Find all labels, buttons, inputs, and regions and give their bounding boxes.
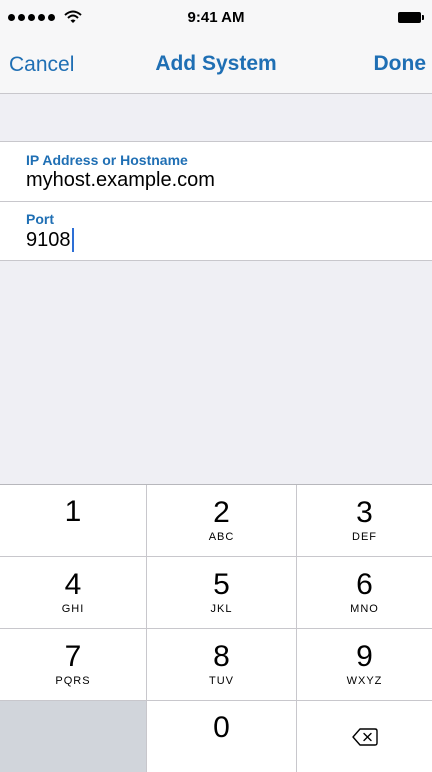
key-9[interactable]: 9 WXYZ — [297, 629, 432, 701]
port-field-label: Port — [26, 211, 54, 227]
key-letters: JKL — [210, 603, 233, 615]
signal-dot — [18, 13, 25, 21]
key-letters: WXYZ — [346, 675, 383, 687]
backspace-icon — [351, 728, 378, 746]
add-system-screen: 9:41 AM Cancel Add System Done IP Addres… — [0, 0, 432, 772]
battery-body — [398, 11, 421, 23]
numeric-keypad: 1 2 ABC 3 DEF 4 GHI 5 JKL 6 MNO 7 PQRS 8… — [0, 484, 432, 772]
key-7[interactable]: 7 PQRS — [0, 629, 147, 701]
key-number: 2 — [213, 496, 230, 529]
key-number: 8 — [213, 640, 230, 673]
host-field-label: IP Address or Hostname — [26, 152, 188, 168]
battery-icon — [398, 11, 424, 23]
key-letters: GHI — [61, 603, 85, 615]
key-2[interactable]: 2 ABC — [147, 485, 297, 557]
signal-dot — [28, 13, 35, 21]
key-letters: DEF — [352, 531, 377, 543]
signal-dot — [8, 13, 15, 21]
text-caret — [71, 228, 74, 252]
key-letters: PQRS — [55, 675, 91, 687]
host-input[interactable]: myhost.example.com — [26, 169, 215, 192]
key-number: 7 — [64, 640, 82, 673]
signal-dot — [48, 13, 55, 21]
done-button[interactable]: Done — [374, 52, 427, 76]
key-number: 0 — [213, 711, 230, 744]
key-letters: MNO — [350, 603, 379, 615]
key-8[interactable]: 8 TUV — [147, 629, 297, 701]
key-6[interactable]: 6 MNO — [297, 557, 432, 629]
key-1[interactable]: 1 — [0, 485, 147, 557]
host-input-value: myhost.example.com — [26, 169, 215, 191]
key-number: 9 — [356, 640, 373, 673]
signal-dots-icon — [8, 10, 82, 24]
system-form: IP Address or Hostname myhost.example.co… — [0, 141, 432, 261]
port-input[interactable]: 9108 — [26, 228, 74, 252]
key-letters: ABC — [208, 531, 235, 543]
host-field[interactable]: IP Address or Hostname myhost.example.co… — [0, 142, 432, 201]
port-field[interactable]: Port 9108 — [0, 201, 432, 260]
battery-tip — [422, 14, 424, 20]
navigation-bar: Cancel Add System Done — [0, 34, 432, 94]
key-number: 3 — [356, 496, 373, 529]
delete-key[interactable] — [297, 701, 432, 772]
page-title: Add System — [155, 52, 277, 75]
wifi-icon — [64, 10, 82, 23]
key-5[interactable]: 5 JKL — [147, 557, 297, 629]
signal-dot — [38, 13, 45, 21]
key-4[interactable]: 4 GHI — [0, 557, 147, 629]
key-number: 4 — [64, 568, 82, 601]
port-input-value: 9108 — [26, 228, 71, 251]
key-number: 6 — [356, 568, 373, 601]
key-3[interactable]: 3 DEF — [297, 485, 432, 557]
key-letters: TUV — [209, 675, 234, 687]
key-number: 5 — [213, 568, 230, 601]
status-bar: 9:41 AM — [0, 0, 432, 34]
key-number: 1 — [64, 494, 82, 528]
key-0[interactable]: 0 — [147, 701, 297, 772]
blank-key — [0, 701, 147, 772]
